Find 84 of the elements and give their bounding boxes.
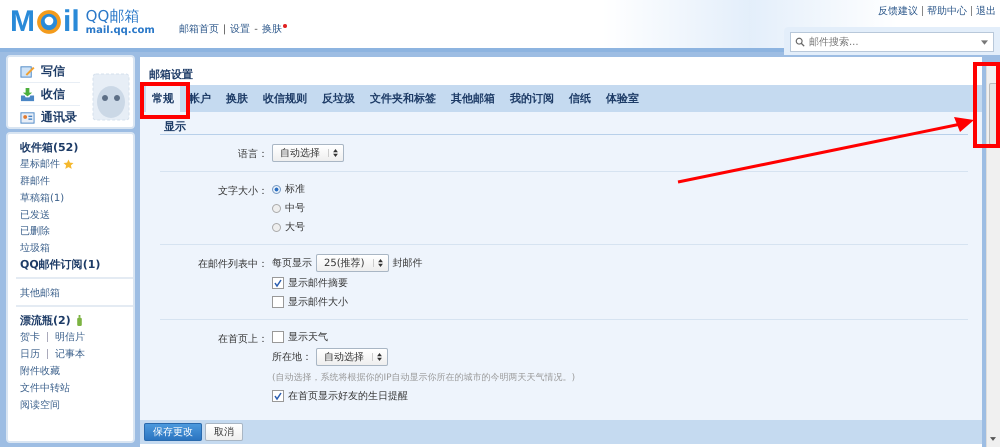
folder-link[interactable]: 已删除 (20, 224, 50, 238)
checkbox[interactable] (272, 390, 284, 402)
folder-link[interactable]: 附件收藏 (20, 364, 60, 378)
logo-text: M (10, 4, 35, 40)
folder-link[interactable]: 其他邮箱 (20, 286, 60, 300)
folder-link[interactable]: 日历 (20, 347, 40, 362)
folder-link[interactable]: QQ邮件订阅(1) (20, 257, 100, 272)
star-icon (63, 158, 74, 170)
header-link[interactable]: 退出 (976, 4, 996, 18)
pencil-icon (20, 64, 35, 78)
settings-tab[interactable]: 换肤 (220, 85, 254, 112)
header-link[interactable]: 帮助中心 (927, 4, 967, 18)
save-button[interactable]: 保存更改 (144, 423, 202, 441)
hint-text: (自动选择，系统将根据你的IP自动显示你所在的城市的今明两天天气情况。) (272, 372, 576, 384)
settings-tab[interactable]: 文件夹和标签 (364, 85, 442, 112)
dropdown[interactable]: 自动选择 (316, 348, 388, 366)
option-label: 显示天气 (288, 331, 328, 344)
nav-link[interactable]: 设置 (230, 22, 250, 36)
inbox-icon (20, 86, 35, 102)
header-link[interactable]: 反馈建议 (878, 4, 918, 18)
settings-tab[interactable]: 收信规则 (257, 85, 313, 112)
scrollbar[interactable] (986, 65, 1000, 447)
page-title: 邮箱设置 (148, 67, 194, 83)
dropdown[interactable]: 25(推荐) (316, 254, 389, 272)
checkbox[interactable] (272, 296, 284, 308)
option-label: 大号 (285, 220, 305, 234)
sidebar-action[interactable]: 写信 (20, 60, 80, 83)
brand-domain: mail.qq.com (86, 24, 155, 36)
nav-link[interactable]: 邮箱首页 (178, 22, 219, 36)
logo-text: il (63, 4, 80, 40)
setting-label: 语言： (237, 148, 269, 162)
settings-tab[interactable]: 其他邮箱 (445, 85, 501, 112)
folder-link[interactable]: 垃圾箱 (20, 241, 50, 256)
highlight-frame (140, 82, 190, 119)
scroll-down-arrow-icon (990, 437, 996, 441)
brand-name: QQ邮箱 (86, 8, 140, 24)
separator: - (254, 24, 258, 34)
folder-link[interactable]: 贺卡 (20, 330, 40, 344)
search-icon (795, 37, 805, 47)
settings-tab[interactable]: 常规 (146, 85, 180, 112)
cancel-button[interactable]: 取消 (205, 423, 243, 441)
caret-icon (981, 40, 988, 45)
radio-button[interactable] (272, 222, 281, 232)
settings-tab[interactable]: 信纸 (563, 85, 597, 112)
folder-link[interactable]: 文件中转站 (20, 380, 70, 395)
updown-arrows-icon (372, 259, 383, 267)
dropdown[interactable]: 自动选择 (272, 144, 344, 162)
settings-tab[interactable]: 体验室 (600, 85, 645, 112)
folder-link[interactable]: 已发送 (20, 208, 50, 222)
separator: | (222, 24, 226, 34)
radio-button[interactable] (272, 204, 281, 212)
setting-text: 所在地： (272, 350, 312, 364)
option-label: 标准 (285, 182, 305, 196)
search-field[interactable]: 邮件搜索... (790, 32, 994, 52)
updown-arrows-icon (372, 353, 382, 361)
folder-link[interactable]: 记事本 (55, 347, 85, 362)
folder-link[interactable]: 星标邮件 (20, 157, 60, 172)
nav-link[interactable]: 换肤 (262, 22, 282, 36)
option-label: 显示邮件摘要 (288, 276, 348, 290)
radio-button[interactable] (272, 184, 281, 194)
option-label: 在首页显示好友的生日提醒 (288, 390, 408, 403)
settings-tab[interactable]: 我的订阅 (504, 85, 560, 112)
contact-card-icon (20, 110, 35, 124)
folder-link[interactable]: 漂流瓶(2) (20, 313, 71, 328)
setting-text: 每页显示 (272, 257, 312, 270)
sidebar-action[interactable]: 收信 (20, 83, 80, 106)
setting-label: 文字大小： (217, 184, 269, 199)
penguin-stamp-drawing (91, 71, 131, 123)
checkbox[interactable] (272, 277, 284, 289)
folder-link[interactable]: 收件箱(52) (20, 140, 78, 155)
penguin-logo-icon (36, 9, 62, 35)
option-label: 显示邮件大小 (288, 296, 348, 309)
sidebar-action[interactable]: 通讯录 (20, 106, 80, 129)
option-label: 中号 (285, 202, 305, 215)
updown-arrows-icon (328, 149, 338, 157)
folder-link[interactable]: 群邮件 (20, 174, 50, 188)
setting-label: 在首页上： (217, 332, 269, 347)
setting-text: 封邮件 (392, 256, 423, 270)
folder-link[interactable]: 明信片 (55, 330, 85, 344)
folder-link[interactable]: 阅读空间 (20, 398, 60, 412)
checkbox[interactable] (272, 331, 284, 343)
setting-label: 在邮件列表中： (197, 258, 269, 272)
settings-tab[interactable]: 反垃圾 (316, 85, 361, 112)
folder-link[interactable]: 草稿箱(1) (20, 190, 64, 205)
